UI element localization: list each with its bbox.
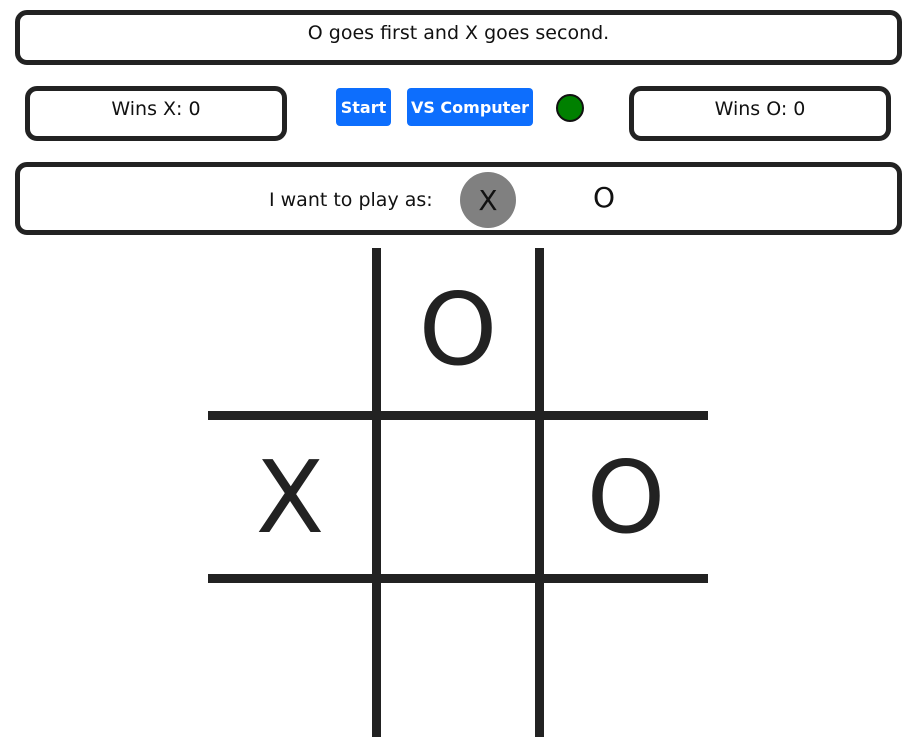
board-cell-1[interactable] — [208, 248, 372, 411]
grid-line-vertical-2 — [535, 248, 544, 737]
wins-x-label: Wins X: 0 — [111, 98, 201, 120]
choice-o-button[interactable]: O — [576, 169, 632, 225]
start-button[interactable]: Start — [336, 88, 391, 126]
board-cell-8[interactable] — [381, 583, 535, 737]
board-cell-7[interactable] — [208, 583, 372, 737]
board-cell-3[interactable] — [544, 248, 708, 411]
wins-o-panel: Wins O: 0 — [629, 86, 891, 141]
message-panel: O goes first and X goes second. — [15, 10, 902, 65]
choice-x-button[interactable]: X — [460, 172, 516, 228]
board-cell-2[interactable]: O — [381, 248, 535, 411]
wins-x-panel: Wins X: 0 — [25, 86, 287, 141]
player-choice-label: I want to play as: — [269, 189, 433, 211]
game-message: O goes first and X goes second. — [307, 22, 610, 44]
board-cell-9[interactable] — [544, 583, 708, 737]
board-cell-4[interactable]: X — [208, 420, 372, 574]
wins-o-label: Wins O: 0 — [714, 98, 806, 120]
status-indicator — [556, 94, 584, 122]
grid-line-horizontal-1 — [208, 411, 708, 420]
player-choice-panel: I want to play as: X O — [15, 162, 902, 235]
grid-line-horizontal-2 — [208, 574, 708, 583]
vs-computer-button[interactable]: VS Computer — [407, 88, 533, 126]
grid-line-vertical-1 — [372, 248, 381, 737]
board-cell-5[interactable] — [381, 420, 535, 574]
board-cell-6[interactable]: O — [544, 420, 708, 574]
game-board: O X O — [208, 248, 708, 737]
